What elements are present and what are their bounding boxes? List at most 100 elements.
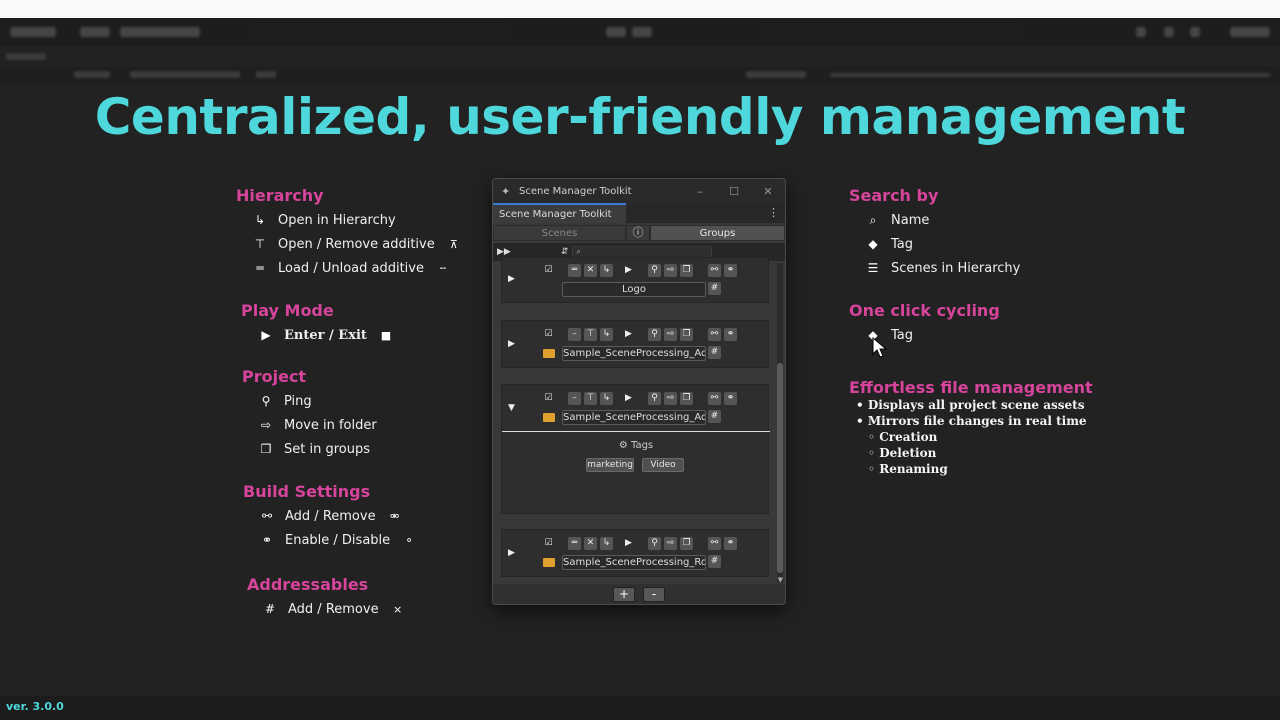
scene-name[interactable]: Logo xyxy=(562,282,706,297)
play-icon[interactable]: ▶ xyxy=(622,264,635,277)
scenes-toggle[interactable]: Scenes xyxy=(493,225,626,241)
build-remove-icon: ⚮ xyxy=(389,509,400,523)
location-pin-icon: ⚲ xyxy=(261,394,271,408)
maximize-icon[interactable]: ☐ xyxy=(717,185,751,198)
expand-all-icon[interactable]: ▶▶ xyxy=(497,247,511,257)
search-icon: ⌕ xyxy=(576,247,581,256)
play-icon[interactable]: ▶ xyxy=(622,392,635,405)
build-settings-title: Build Settings xyxy=(243,482,371,501)
add-additive-icon[interactable]: ⊤ xyxy=(584,392,597,405)
feature-set-in-groups: ❐ Set in groups xyxy=(258,440,370,458)
build-enable-icon[interactable]: ⚭ xyxy=(724,537,737,550)
project-title: Project xyxy=(242,367,307,386)
unload-additive-icon[interactable]: – xyxy=(568,328,581,341)
remove-additive-icon: ⊼ xyxy=(449,237,458,251)
feature-addressables-add-remove: # Add / Remove × xyxy=(262,600,405,618)
build-enable-icon[interactable]: ⚭ xyxy=(724,392,737,405)
add-scene-button[interactable]: + xyxy=(613,587,635,602)
play-icon[interactable]: ▶ xyxy=(622,537,635,550)
location-pin-icon[interactable]: ⚲ xyxy=(648,328,661,341)
addressable-icon[interactable]: # xyxy=(708,282,721,295)
folder-move-icon[interactable]: ⇨ xyxy=(664,392,677,405)
scrollbar-thumb[interactable] xyxy=(777,363,783,573)
sort-icon[interactable]: ⇵ xyxy=(561,247,569,257)
scroll-down-icon[interactable]: ▼ xyxy=(778,576,783,584)
sub-bullet-item: ◦ Deletion xyxy=(868,446,937,460)
groups-toggle[interactable]: Groups xyxy=(650,225,785,241)
close-icon[interactable]: ✕ xyxy=(751,185,785,198)
sub-bullet-item: ◦ Creation xyxy=(868,430,938,444)
open-hierarchy-icon[interactable]: ↳ xyxy=(600,392,613,405)
build-enable-icon[interactable]: ⚭ xyxy=(724,328,737,341)
remove-scene-button[interactable]: - xyxy=(643,587,665,602)
folder-move-icon[interactable]: ⇨ xyxy=(664,264,677,277)
load-additive-icon[interactable]: ═ xyxy=(568,537,581,550)
build-enable-icon[interactable]: ⚭ xyxy=(724,264,737,277)
add-additive-icon[interactable]: ⊤ xyxy=(584,328,597,341)
checkbox-icon[interactable]: ☑ xyxy=(542,537,555,550)
headline: Centralized, user-friendly management xyxy=(94,88,1186,146)
checkbox-icon[interactable]: ☑ xyxy=(542,392,555,405)
folder-move-icon[interactable]: ⇨ xyxy=(664,537,677,550)
build-add-icon[interactable]: ⚯ xyxy=(708,392,721,405)
addressable-icon[interactable]: # xyxy=(708,346,721,359)
tags-header: ⚙ Tags xyxy=(502,440,770,451)
tag-chip[interactable]: Video xyxy=(642,458,684,472)
build-add-icon: ⚯ xyxy=(261,509,273,523)
scene-name[interactable]: Sample_SceneProcessing_Ad... xyxy=(562,410,706,425)
expand-arrow-icon[interactable]: ▶ xyxy=(508,339,515,349)
collapse-arrow-icon[interactable]: ▼ xyxy=(508,403,515,413)
build-add-icon[interactable]: ⚯ xyxy=(708,328,721,341)
build-add-icon[interactable]: ⚯ xyxy=(708,264,721,277)
groups-icon[interactable]: ❐ xyxy=(680,264,693,277)
unload-additive-icon[interactable]: – xyxy=(568,392,581,405)
remove-icon[interactable]: ✕ xyxy=(584,264,597,277)
folder-icon xyxy=(543,558,555,567)
file-mgmt-bullets: • Displays all project scene assets • Mi… xyxy=(856,397,1087,477)
os-title-bar xyxy=(0,0,1280,18)
expand-arrow-icon[interactable]: ▶ xyxy=(508,274,515,284)
checkbox-icon[interactable]: ☑ xyxy=(542,264,555,277)
groups-icon[interactable]: ❐ xyxy=(680,392,693,405)
more-options-icon[interactable]: ⋮ xyxy=(768,206,779,219)
load-additive-icon[interactable]: ═ xyxy=(568,264,581,277)
play-mode-title: Play Mode xyxy=(241,301,334,320)
stop-icon: ■ xyxy=(380,328,392,342)
tag-chip[interactable]: marketing xyxy=(586,458,634,472)
groups-icon[interactable]: ❐ xyxy=(680,537,693,550)
info-icon[interactable]: ⓘ xyxy=(626,225,650,241)
tab-scene-manager[interactable]: Scene Manager Toolkit xyxy=(493,203,626,223)
feature-ping: ⚲ Ping xyxy=(258,392,312,410)
location-pin-icon[interactable]: ⚲ xyxy=(648,392,661,405)
feature-label: Set in groups xyxy=(284,441,370,457)
groups-icon[interactable]: ❐ xyxy=(680,328,693,341)
expand-arrow-icon[interactable]: ▶ xyxy=(508,548,515,558)
build-add-icon[interactable]: ⚯ xyxy=(708,537,721,550)
scene-name[interactable]: Sample_SceneProcessing_Ad... xyxy=(562,346,706,361)
gear-icon[interactable]: ⚙ xyxy=(619,440,628,451)
play-icon[interactable]: ▶ xyxy=(622,328,635,341)
open-hierarchy-icon[interactable]: ↳ xyxy=(600,264,613,277)
scene-name[interactable]: Sample_SceneProcessing_Root xyxy=(562,555,706,570)
remove-icon[interactable]: ✕ xyxy=(584,537,597,550)
feature-label: Enable / Disable xyxy=(285,532,391,548)
addressable-icon[interactable]: # xyxy=(708,555,721,568)
minimize-icon[interactable]: – xyxy=(683,185,717,198)
addressable-icon[interactable]: # xyxy=(708,410,721,423)
scene-card[interactable]: ▶ ☑ ═ ✕ ↳ ▶ ⚲ ⇨ ❐ ⚯ ⚭ Sample_SceneProces… xyxy=(501,529,769,577)
location-pin-icon[interactable]: ⚲ xyxy=(648,537,661,550)
addressable-add-icon: # xyxy=(264,602,276,616)
open-hierarchy-icon[interactable]: ↳ xyxy=(600,328,613,341)
window-title-bar[interactable]: ✦ Scene Manager Toolkit – ☐ ✕ xyxy=(493,179,785,203)
scene-card-expanded[interactable]: ▼ ☑ – ⊤ ↳ ▶ ⚲ ⇨ ❐ ⚯ ⚭ Sample_SceneProces… xyxy=(501,384,770,514)
feature-load-unload-additive: ═ Load / Unload additive ╌ xyxy=(252,259,450,277)
open-hierarchy-icon[interactable]: ↳ xyxy=(600,537,613,550)
checkbox-icon[interactable]: ☑ xyxy=(542,328,555,341)
scene-card[interactable]: ▶ ☑ ═ ✕ ↳ ▶ ⚲ ⇨ ❐ ⚯ ⚭ Logo # xyxy=(501,257,769,303)
view-toggle: Scenes ⓘ Groups xyxy=(493,225,785,241)
hierarchy-title: Hierarchy xyxy=(236,186,324,205)
scrollbar[interactable] xyxy=(777,263,783,583)
scene-card[interactable]: ▶ ☑ – ⊤ ↳ ▶ ⚲ ⇨ ❐ ⚯ ⚭ Sample_SceneProces… xyxy=(501,320,769,368)
folder-move-icon[interactable]: ⇨ xyxy=(664,328,677,341)
location-pin-icon[interactable]: ⚲ xyxy=(648,264,661,277)
